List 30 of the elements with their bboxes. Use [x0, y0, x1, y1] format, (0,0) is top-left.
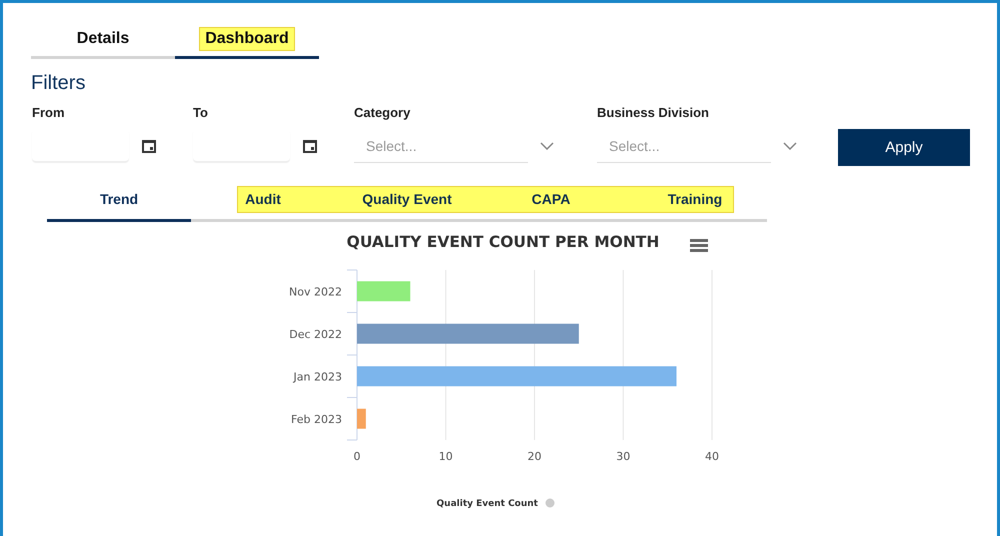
tab[interactable]: Dashboard [175, 21, 319, 59]
field-label: From [32, 105, 66, 122]
menu-icon[interactable] [690, 239, 708, 252]
tab[interactable]: Training [623, 186, 767, 222]
tab[interactable]: CAPA [479, 186, 623, 222]
tab[interactable]: Details [31, 21, 175, 59]
tab[interactable]: Audit [191, 186, 335, 222]
axis-label: 10 [438, 450, 453, 463]
calendar-icon[interactable] [302, 138, 318, 154]
legend-dot[interactable] [546, 498, 554, 508]
axis-label: Dec 2022 [289, 328, 342, 341]
chevron-down-icon[interactable] [540, 142, 554, 150]
section-title: Filters [31, 72, 86, 95]
calendar-icon[interactable] [141, 138, 157, 154]
axis-label: Jan 2023 [294, 370, 342, 384]
axis-label: 0 [354, 450, 360, 463]
axis-label: Nov 2022 [289, 285, 342, 298]
legend-label: Quality Event Count [436, 499, 538, 509]
axis-label: Feb 2023 [291, 412, 342, 426]
chart-title: QUALITY EVENT COUNT PER MONTH [346, 233, 660, 251]
axis-label: 40 [705, 450, 719, 463]
chevron-down-icon[interactable] [783, 142, 797, 150]
field-label: Business Division [597, 105, 710, 122]
apply-button[interactable]: Apply [838, 129, 970, 166]
tab[interactable]: Quality Event [335, 186, 479, 222]
tab[interactable]: Trend [47, 186, 191, 222]
field-label: Category [354, 105, 412, 122]
field-label: To [193, 105, 209, 122]
axis-label: 30 [616, 450, 630, 463]
axis-label: 20 [528, 450, 542, 463]
